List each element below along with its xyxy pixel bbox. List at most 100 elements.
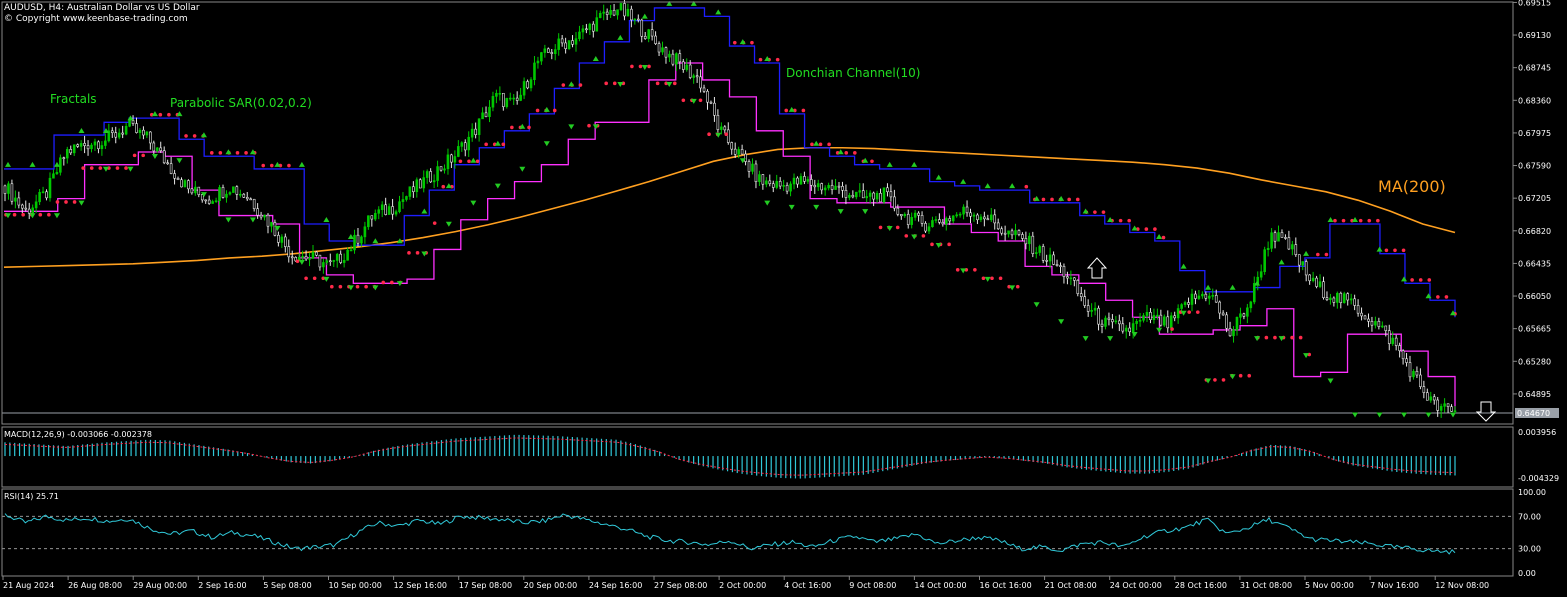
psar-dot	[330, 284, 334, 289]
candle-body	[522, 81, 526, 96]
candle-body	[1093, 307, 1097, 311]
fractal-up-arrow	[617, 34, 624, 40]
candle-body	[650, 29, 654, 37]
candle-body	[7, 183, 10, 194]
candle-body	[432, 180, 436, 183]
candle-body	[1114, 320, 1118, 323]
psar-dot	[1298, 335, 1303, 340]
candle-body	[962, 206, 965, 215]
candle-body	[657, 43, 661, 53]
candle-body	[1249, 301, 1253, 309]
candle-body	[218, 187, 221, 201]
candle-body	[1329, 297, 1332, 300]
psar-dot	[561, 83, 566, 87]
candle-body	[10, 183, 14, 202]
fractal-down-arrow	[1107, 336, 1114, 342]
x-tick-label: 21 Aug 2024	[3, 581, 54, 590]
psar-dot	[578, 83, 583, 87]
chart-canvas[interactable]: 0.69515 0.69130 0.68745 0.68360 0.67975 0.675…	[0, 0, 1567, 597]
candle-body	[55, 171, 59, 175]
candle-body	[1291, 244, 1294, 250]
psar-dot	[878, 225, 883, 230]
candle-body	[463, 142, 467, 151]
candle-body	[1183, 302, 1187, 305]
psar-dot	[1067, 197, 1071, 202]
candle-body	[1010, 230, 1014, 236]
candle-body	[803, 176, 806, 182]
psar-dot	[1427, 278, 1432, 282]
donchian-lower-line	[4, 62, 1456, 411]
candle-body	[1121, 323, 1125, 332]
price-tick-label: 0.67205	[1518, 194, 1551, 203]
candle-body	[886, 187, 889, 193]
candle-body	[695, 75, 699, 78]
candle-body	[335, 253, 339, 261]
psar-dot	[681, 98, 686, 103]
psar-dot	[1161, 235, 1166, 240]
candle-body	[342, 260, 346, 263]
candle-body	[128, 120, 131, 127]
candle-body	[647, 29, 650, 39]
psar-dot	[1273, 335, 1277, 340]
fractal-down-arrow	[1450, 412, 1456, 418]
candle-body	[827, 185, 830, 189]
candle-body	[346, 249, 349, 261]
psar-dot	[1444, 295, 1449, 299]
candle-body	[688, 64, 692, 78]
psar-dot	[750, 40, 754, 45]
candle-body	[720, 126, 723, 130]
candle-body	[439, 166, 443, 171]
candle-body	[550, 52, 554, 54]
candle-body	[716, 115, 720, 130]
candle-body	[848, 194, 851, 198]
candle-body	[311, 251, 315, 259]
candle-body	[93, 141, 97, 146]
candle-body	[1384, 325, 1388, 331]
candle-body	[86, 145, 90, 150]
psar-dot	[844, 151, 849, 155]
candle-body	[643, 35, 647, 39]
candle-body	[394, 211, 398, 215]
candle-body	[1228, 327, 1232, 337]
candle-body	[706, 90, 709, 103]
candle-body	[792, 177, 796, 185]
candle-body	[370, 215, 374, 220]
candle-body	[675, 53, 678, 65]
candle-body	[194, 186, 197, 194]
candle-body	[498, 92, 502, 95]
candle-body	[726, 129, 730, 143]
price-tick-label: 0.68745	[1518, 64, 1551, 73]
psar-dot	[655, 81, 660, 86]
candle-body	[585, 28, 588, 31]
candle-body	[1131, 323, 1135, 333]
psar-dot	[235, 151, 240, 155]
candle-body	[176, 177, 180, 181]
candle-body	[595, 17, 599, 32]
fractal-down-arrow	[1425, 412, 1432, 418]
fractal-up-arrow	[421, 208, 428, 214]
fractal-down-arrow	[568, 124, 575, 130]
candle-body	[114, 132, 118, 138]
candle-body	[1391, 337, 1395, 344]
candle-body	[1426, 392, 1429, 401]
candle-body	[529, 79, 533, 89]
candle-body	[1367, 318, 1370, 322]
candle-body	[69, 149, 73, 154]
candle-body	[79, 143, 83, 147]
fractal-up-arrow	[29, 161, 36, 167]
fractal-down-arrow	[1082, 336, 1089, 342]
macd-pane	[4, 434, 1456, 479]
candle-body	[1128, 327, 1132, 333]
candle-body	[685, 64, 689, 70]
candle-body	[245, 197, 249, 200]
candle-body	[900, 214, 903, 217]
rsi-pane	[2, 513, 1513, 555]
price-tick-label: 0.64895	[1518, 390, 1551, 399]
x-tick-label: 5 Sep 08:00	[263, 581, 311, 590]
candle-body	[799, 176, 803, 185]
fractal-down-arrow	[1352, 412, 1359, 418]
candle-body	[228, 192, 232, 195]
psar-dot	[853, 151, 857, 155]
candle-body	[1173, 315, 1176, 319]
candle-body	[135, 123, 138, 133]
